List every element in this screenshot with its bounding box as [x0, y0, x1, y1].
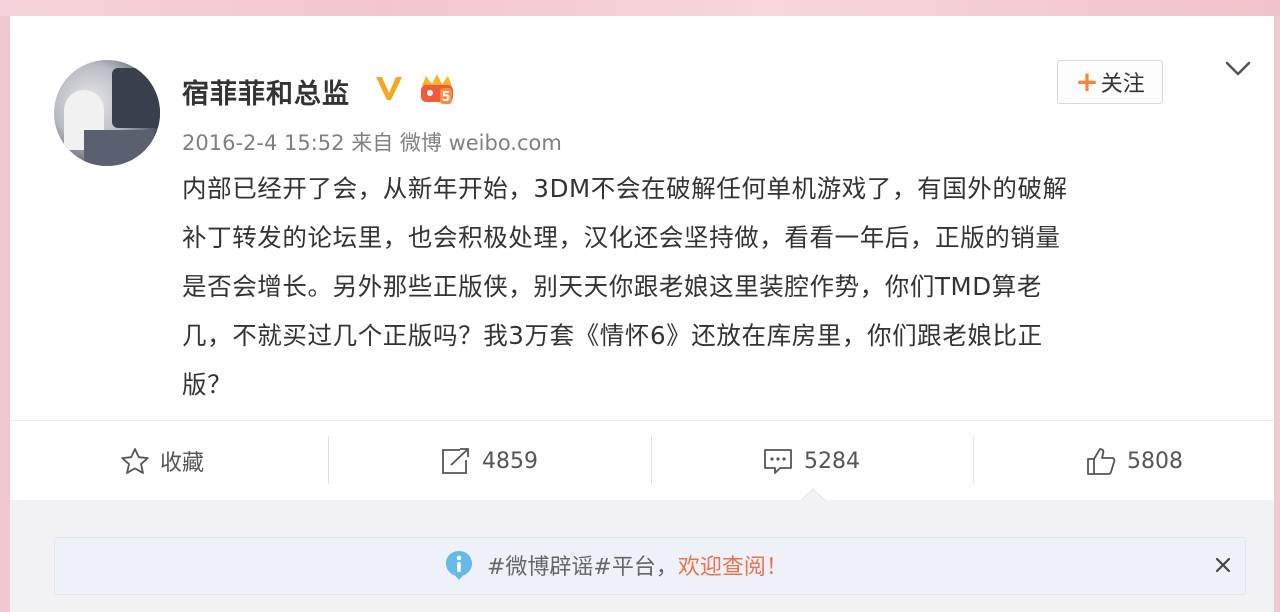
divider	[651, 436, 652, 484]
post-meta: 2016-2-4 15:52 来自 微博 weibo.com	[182, 127, 562, 157]
info-icon	[446, 551, 472, 580]
comment-icon	[764, 449, 792, 474]
like-button[interactable]: 5808	[1085, 436, 1183, 486]
post-body-line: 补丁转发的论坛里，也会积极处理，汉化还会坚持做，看看一年后，正版的销量	[182, 223, 1061, 252]
post-body-line: 是否会增长。另外那些正版侠，别天天你跟老娘这里装腔作势，你们TMD算老	[182, 272, 1042, 301]
post-body-line: 内部已经开了会，从新年开始，3DM不会在破解任何单机游戏了，有国外的破解	[182, 174, 1068, 203]
notice-text: #微博辟谣#平台，	[487, 555, 678, 580]
repost-button[interactable]: 4859	[440, 436, 538, 486]
verified-v-icon[interactable]	[374, 74, 404, 102]
like-count: 5808	[1127, 448, 1183, 474]
vip-level-text: 5	[441, 90, 450, 105]
post-body: 内部已经开了会，从新年开始，3DM不会在破解任何单机游戏了，有国外的破解 补丁转…	[182, 164, 1242, 409]
chevron-down-icon[interactable]	[1224, 58, 1252, 80]
repost-icon	[442, 448, 469, 474]
favorite-button[interactable]: 收藏	[120, 436, 204, 486]
post-body-line: 几，不就买过几个正版吗？我3万套《情怀6》还放在库房里，你们跟老娘比正	[182, 321, 1043, 350]
notice-link[interactable]: 欢迎查阅！	[678, 555, 788, 580]
divider	[973, 436, 974, 484]
follow-label: 关注	[1100, 72, 1145, 97]
thumbs-up-icon	[1087, 448, 1116, 475]
vip-badge-icon[interactable]: 5	[418, 72, 456, 106]
comment-count: 5284	[804, 448, 860, 474]
divider	[10, 420, 1274, 421]
comment-button[interactable]: 5284	[762, 436, 860, 486]
post-body-line: 版？	[182, 370, 233, 399]
favorite-label: 收藏	[160, 451, 205, 476]
star-icon	[121, 448, 149, 474]
source-prefix: 来自	[351, 131, 394, 155]
page-background	[0, 0, 1280, 16]
close-icon[interactable]	[1212, 554, 1234, 576]
comment-pointer	[800, 488, 826, 502]
follow-button[interactable]: + 关注	[1057, 60, 1163, 104]
timestamp-link[interactable]: 2016-2-4 15:52	[182, 131, 345, 155]
repost-count: 4859	[482, 448, 538, 474]
source-link[interactable]: 微博 weibo.com	[400, 131, 562, 155]
rumor-notice-bar: #微博辟谣#平台，欢迎查阅！	[54, 537, 1246, 595]
notice-content[interactable]: #微博辟谣#平台，欢迎查阅！	[443, 549, 788, 581]
divider	[328, 436, 329, 484]
plus-icon: +	[1075, 65, 1099, 98]
avatar[interactable]	[54, 60, 160, 166]
action-bar: 收藏 4859 5284 5808	[10, 436, 1274, 486]
username-link[interactable]: 宿菲菲和总监	[182, 72, 350, 111]
